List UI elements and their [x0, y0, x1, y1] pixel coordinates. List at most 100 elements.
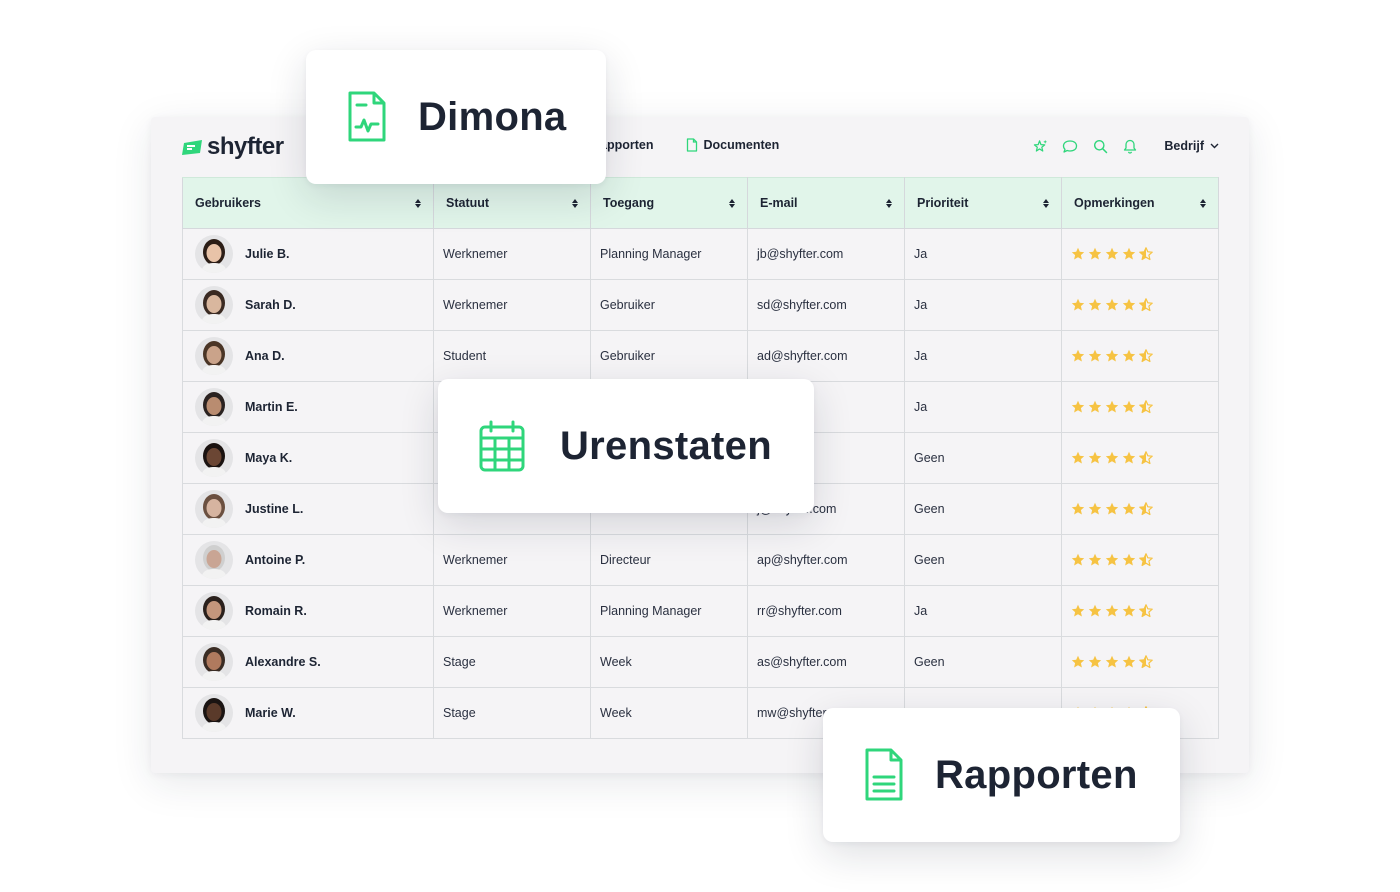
priority-cell: Geen [904, 483, 1062, 535]
nav-documents[interactable]: Documenten [686, 138, 779, 152]
rating-cell [1061, 279, 1219, 331]
user-cell-inner: Antoine P. [192, 541, 424, 579]
sort-icon[interactable] [1043, 198, 1049, 208]
table-row[interactable]: Julie B. Werknemer Planning Manager jb@shyf… [182, 228, 1219, 280]
status-value: Stage [443, 655, 476, 669]
priority-value: Ja [914, 400, 928, 414]
user-name: Romain R. [245, 604, 307, 618]
star-icon [1071, 502, 1085, 515]
access-value: Directeur [600, 553, 651, 567]
access-value: Planning Manager [600, 247, 702, 261]
column-header[interactable]: Gebruikers [182, 177, 434, 229]
user-cell[interactable]: Romain R. [182, 585, 434, 637]
star-rating [1071, 349, 1209, 363]
bell-icon[interactable] [1122, 138, 1138, 154]
dimona-card[interactable]: Dimona [306, 50, 606, 184]
sort-icon[interactable] [415, 198, 421, 208]
column-header[interactable]: Statuut [433, 177, 591, 229]
star-icon [1122, 400, 1136, 413]
star-rating [1071, 655, 1209, 669]
rating-cell [1061, 534, 1219, 586]
user-cell[interactable]: Maya K. [182, 432, 434, 484]
user-cell[interactable]: Julie B. [182, 228, 434, 280]
email-cell[interactable]: jb@shyfter.com [747, 228, 905, 280]
user-name: Justine L. [245, 502, 304, 516]
access-cell: Gebruiker [590, 330, 748, 382]
access-value: Week [600, 706, 632, 720]
priority-cell: Ja [904, 228, 1062, 280]
column-header[interactable]: Toegang [590, 177, 748, 229]
star-rating [1071, 400, 1209, 414]
sort-icon[interactable] [729, 198, 735, 208]
status-cell: Werknemer [433, 585, 591, 637]
table-row[interactable]: Sarah D. Werknemer Gebruiker sd@shyfter.com… [182, 279, 1219, 331]
user-cell-inner: Justine L. [192, 490, 424, 528]
urenstaten-card[interactable]: Urenstaten [438, 379, 814, 513]
user-cell-inner: Romain R. [192, 592, 424, 630]
priority-value: Ja [914, 298, 928, 312]
sort-icon[interactable] [572, 198, 578, 208]
user-cell[interactable]: Alexandre S. [182, 636, 434, 688]
table-row[interactable]: Ana D. Student Gebruiker ad@shyfter.com Ja [182, 330, 1219, 382]
access-cell: Planning Manager [590, 585, 748, 637]
status-cell: Werknemer [433, 228, 591, 280]
column-header[interactable]: E-mail [747, 177, 905, 229]
star-icon [1088, 298, 1102, 311]
rapporten-card[interactable]: Rapporten [823, 708, 1180, 842]
half-star-icon [1139, 349, 1153, 363]
email-cell[interactable]: sd@shyfter.com [747, 279, 905, 331]
email-cell[interactable]: ap@shyfter.com [747, 534, 905, 586]
sort-icon[interactable] [886, 198, 892, 208]
star-icon [1071, 451, 1085, 464]
sparkle-star-icon[interactable] [1032, 138, 1048, 154]
chat-bubble-icon[interactable] [1062, 138, 1078, 154]
star-icon [1088, 502, 1102, 515]
email-cell[interactable]: rr@shyfter.com [747, 585, 905, 637]
rapporten-title: Rapporten [935, 752, 1138, 797]
search-icon[interactable] [1092, 138, 1108, 154]
access-value: Week [600, 655, 632, 669]
user-cell[interactable]: Ana D. [182, 330, 434, 382]
table-row[interactable]: Antoine P. Werknemer Directeur ap@shyfter.c… [182, 534, 1219, 586]
star-icon [1088, 553, 1102, 566]
rating-cell [1061, 228, 1219, 280]
user-cell[interactable]: Martin E. [182, 381, 434, 433]
avatar [195, 439, 233, 477]
column-header-label: Gebruikers [195, 196, 262, 210]
star-icon [1105, 400, 1119, 413]
email-cell[interactable]: as@shyfter.com [747, 636, 905, 688]
user-name: Martin E. [245, 400, 298, 414]
shyfter-logo[interactable]: shyfter [182, 133, 284, 161]
user-cell[interactable]: Justine L. [182, 483, 434, 535]
user-cell[interactable]: Marie W. [182, 687, 434, 739]
column-header[interactable]: Opmerkingen [1061, 177, 1219, 229]
avatar [195, 235, 233, 273]
user-cell-inner: Marie W. [192, 694, 424, 732]
half-star-icon [1139, 655, 1153, 669]
company-selector[interactable]: Bedrijf [1164, 139, 1219, 153]
priority-value: Geen [914, 553, 945, 567]
column-header[interactable]: Prioriteit [904, 177, 1062, 229]
email-cell[interactable]: ad@shyfter.com [747, 330, 905, 382]
access-cell: Directeur [590, 534, 748, 586]
priority-value: Ja [914, 349, 928, 363]
half-star-icon [1139, 298, 1153, 312]
avatar [195, 541, 233, 579]
priority-cell: Ja [904, 330, 1062, 382]
column-header-label: E-mail [760, 196, 798, 210]
star-rating [1071, 298, 1209, 312]
table-row[interactable]: Romain R. Werknemer Planning Manager rr@shy… [182, 585, 1219, 637]
table-row[interactable]: Alexandre S. Stage Week as@shyfter.com Geen [182, 636, 1219, 688]
star-icon [1105, 502, 1119, 515]
priority-cell: Geen [904, 534, 1062, 586]
star-icon [1071, 655, 1085, 668]
report-document-icon [865, 748, 903, 801]
user-cell[interactable]: Sarah D. [182, 279, 434, 331]
star-icon [1071, 553, 1085, 566]
star-rating [1071, 247, 1209, 261]
urenstaten-title: Urenstaten [560, 423, 772, 468]
sort-icon[interactable] [1200, 198, 1206, 208]
user-cell[interactable]: Antoine P. [182, 534, 434, 586]
star-icon [1122, 655, 1136, 668]
email-value: jb@shyfter.com [757, 247, 844, 261]
